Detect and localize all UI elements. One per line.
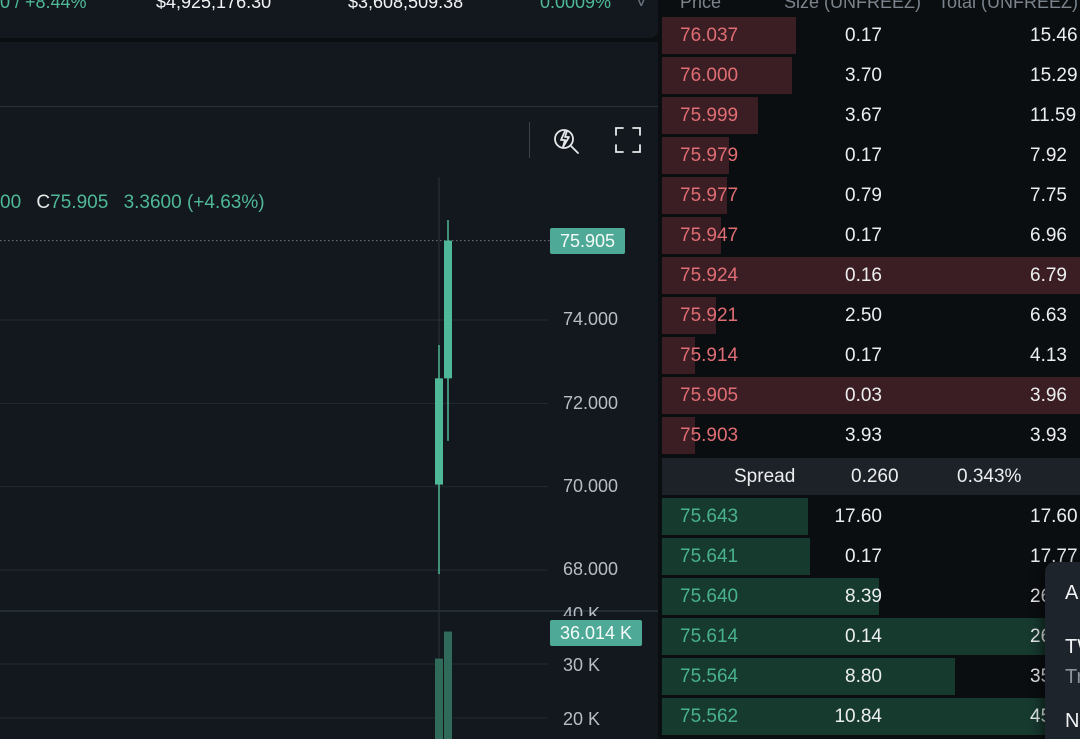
ask-price: 75.924 xyxy=(680,265,739,286)
bid-price: 75.564 xyxy=(680,666,739,687)
order-book-header: Price Size (UNFREEZ) Total (UNFREEZ) xyxy=(662,0,1080,12)
side-popup-menu[interactable]: A TW Tr N xyxy=(1045,562,1080,739)
ask-row[interactable]: 75.924 0.16 6.79 xyxy=(662,257,1080,294)
header-size: Size (UNFREEZ) xyxy=(784,0,922,12)
volume-axis-label: 30 K xyxy=(563,655,601,675)
bid-row[interactable]: 75.614 0.14 26 xyxy=(662,618,1080,655)
ask-price: 75.977 xyxy=(680,185,739,206)
ask-row[interactable]: 75.947 0.17 6.96 xyxy=(662,217,1080,254)
order-book: Price Size (UNFREEZ) Total (UNFREEZ) 76.… xyxy=(662,0,1080,739)
ask-price: 75.999 xyxy=(680,105,739,126)
ask-size: 0.16 xyxy=(845,265,882,286)
bid-size: 0.14 xyxy=(845,626,882,647)
popup-item[interactable]: TW xyxy=(1065,636,1080,659)
bid-size: 8.39 xyxy=(845,586,882,607)
ask-price: 75.905 xyxy=(680,385,739,406)
bid-size: 8.80 xyxy=(845,666,882,687)
popup-item[interactable]: N xyxy=(1065,710,1079,733)
ask-price: 75.979 xyxy=(680,145,739,166)
ask-size: 2.50 xyxy=(845,305,882,326)
ask-row[interactable]: 76.000 3.70 15.29 xyxy=(662,57,1080,94)
ask-total: 7.92 xyxy=(1030,145,1067,166)
bid-row[interactable]: 75.643 17.60 17.60 xyxy=(662,498,1080,535)
ask-total: 7.75 xyxy=(1030,185,1067,206)
bid-row[interactable]: 75.641 0.17 17.77 xyxy=(662,538,1080,575)
bid-row[interactable]: 75.564 8.80 35 xyxy=(662,658,1080,695)
volume-24h: $4,925,176.30 xyxy=(156,0,272,12)
bid-size: 17.60 xyxy=(834,506,882,527)
ask-row[interactable]: 76.037 0.17 15.46 xyxy=(662,17,1080,54)
ask-row[interactable]: 75.979 0.17 7.92 xyxy=(662,137,1080,174)
current-price-tag: 75.905 xyxy=(550,228,626,254)
ask-total: 6.63 xyxy=(1030,305,1067,326)
ask-row[interactable]: 75.977 0.79 7.75 xyxy=(662,177,1080,214)
spread-label: Spread xyxy=(734,466,796,487)
ask-size: 0.17 xyxy=(845,25,882,46)
bid-price: 75.562 xyxy=(680,706,739,727)
open-interest: $3,608,509.38 xyxy=(348,0,464,12)
ask-size: 0.79 xyxy=(845,185,882,206)
popup-item-description: Tr xyxy=(1065,666,1080,688)
bid-price: 75.614 xyxy=(680,626,739,647)
price-axis-label: 68.000 xyxy=(563,559,619,579)
bid-size: 0.17 xyxy=(845,546,882,567)
ask-size: 3.67 xyxy=(845,105,882,126)
ask-price: 75.903 xyxy=(680,425,739,446)
candle-body xyxy=(444,240,452,379)
ask-total: 15.46 xyxy=(1030,25,1078,46)
ask-row[interactable]: 75.914 0.17 4.13 xyxy=(662,337,1080,374)
price-axis-label: 74.000 xyxy=(563,309,619,329)
volume-bar xyxy=(435,658,443,739)
bid-row[interactable]: 75.562 10.84 45 xyxy=(662,698,1080,735)
chart-panel[interactable]: 00 C75.905 3.3600 (+4.63%) 75.905 74.000… xyxy=(0,42,658,739)
ask-size: 0.03 xyxy=(845,385,882,406)
ask-row[interactable]: 75.903 3.93 3.93 xyxy=(662,417,1080,454)
volume-bar xyxy=(444,631,452,739)
ask-price: 76.000 xyxy=(680,65,739,86)
bid-price: 75.641 xyxy=(680,546,739,567)
ask-total: 6.79 xyxy=(1030,265,1067,286)
ask-total: 4.13 xyxy=(1030,345,1067,366)
ask-size: 0.17 xyxy=(845,145,882,166)
ask-row[interactable]: 75.921 2.50 6.63 xyxy=(662,297,1080,334)
popup-item[interactable]: A xyxy=(1065,582,1078,605)
ask-row[interactable]: 75.999 3.67 11.59 xyxy=(662,97,1080,134)
ask-total: 6.96 xyxy=(1030,225,1067,246)
bid-row[interactable]: 75.640 8.39 26 xyxy=(662,578,1080,615)
ask-price: 75.914 xyxy=(680,345,739,366)
candle-body xyxy=(435,378,443,485)
ask-size: 0.17 xyxy=(845,345,882,366)
price-axis-label: 72.000 xyxy=(563,393,619,413)
ask-row[interactable]: 75.905 0.03 3.96 xyxy=(662,377,1080,414)
bid-total: 17.60 xyxy=(1030,506,1078,527)
spread-value: 0.260 xyxy=(851,466,899,487)
price-change-24h: 0 / +8.44% xyxy=(0,0,87,12)
ask-price: 75.921 xyxy=(680,305,739,326)
header-total: Total (UNFREEZ) xyxy=(938,0,1079,12)
ask-size: 3.93 xyxy=(845,425,882,446)
ask-total: 3.96 xyxy=(1030,385,1067,406)
header-price: Price xyxy=(680,0,722,12)
volume-axis-top: 40 K xyxy=(563,604,601,616)
ask-total: 11.59 xyxy=(1030,105,1077,126)
volume-tag: 36.014 K xyxy=(550,620,643,646)
ask-price: 75.947 xyxy=(680,225,739,246)
funding-rate: 0.0009% xyxy=(540,0,612,12)
spread-percent: 0.343% xyxy=(957,466,1022,487)
chevron-down-icon[interactable]: ˅ xyxy=(636,0,647,13)
ask-total: 3.93 xyxy=(1030,425,1067,446)
volume-axis-label: 20 K xyxy=(563,709,601,729)
ask-total: 15.29 xyxy=(1030,65,1078,86)
bid-size: 10.84 xyxy=(834,706,882,727)
bid-price: 75.643 xyxy=(680,506,739,527)
ask-size: 0.17 xyxy=(845,225,882,246)
ask-price: 76.037 xyxy=(680,25,739,46)
price-axis-label: 70.000 xyxy=(563,476,619,496)
market-stats-bar: 0 / +8.44% $4,925,176.30 $3,608,509.38 0… xyxy=(0,0,658,38)
bid-price: 75.640 xyxy=(680,586,739,607)
spread-row: Spread 0.260 0.343% xyxy=(662,458,1080,495)
ask-size: 3.70 xyxy=(845,65,882,86)
